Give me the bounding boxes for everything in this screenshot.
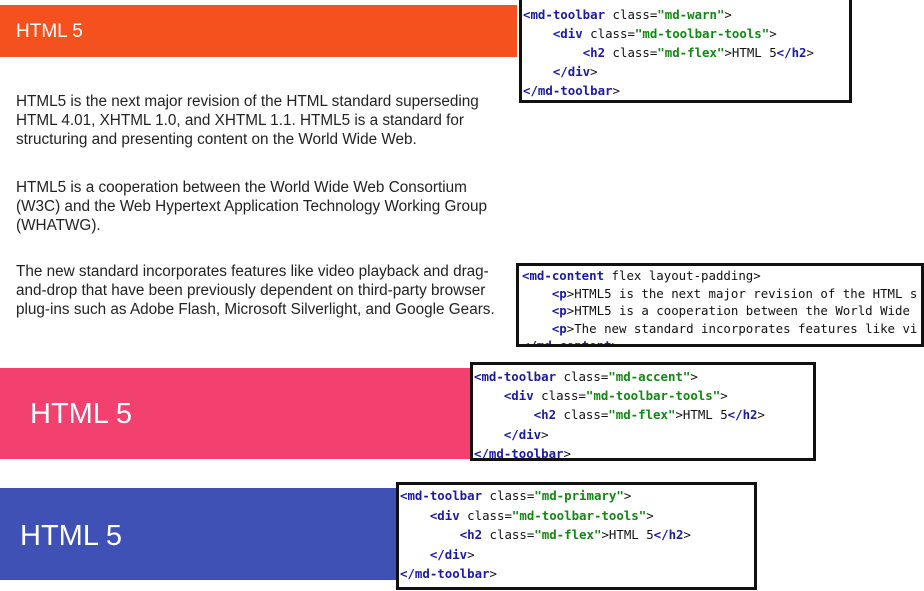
code-line: <md-content flex layout-padding>	[522, 268, 761, 283]
code-line: <md-toolbar class="md-primary">	[400, 488, 632, 503]
code-line: </div>	[552, 64, 598, 79]
code-line: <p>The new standard incorporates feature…	[551, 320, 918, 336]
toolbar-warn: HTML 5	[0, 5, 517, 57]
code-snippet-primary: <md-toolbar class="md-primary"> <div cla…	[396, 482, 757, 590]
code-line: <div class="md-toolbar-tools">	[429, 507, 654, 523]
code-line: </md-toolbar>	[474, 445, 571, 461]
content-paragraph-3: The new standard incorporates features l…	[16, 263, 495, 318]
content-paragraph-2: HTML5 is a cooperation between the World…	[16, 179, 488, 234]
toolbar-primary-title: HTML 5	[20, 520, 123, 552]
toolbar-primary: HTML 5	[0, 488, 400, 580]
code-line: <div class="md-toolbar-tools">	[552, 26, 777, 41]
code-line: <h2 class="md-flex">HTML 5</h2>	[533, 407, 765, 423]
toolbar-accent-title: HTML 5	[30, 398, 133, 430]
content-paragraph-1: HTML5 is the next major revision of the …	[16, 93, 479, 148]
code-line: </div>	[503, 426, 549, 442]
code-line: <h2 class="md-flex">HTML 5</h2>	[582, 45, 814, 60]
code-line: <h2 class="md-flex">HTML 5</h2>	[459, 527, 691, 543]
code-line: <div class="md-toolbar-tools">	[503, 388, 728, 404]
code-snippet-warn: <md-toolbar class="md-warn"> <div class=…	[519, 0, 852, 103]
code-line: <p>HTML5 is a cooperation between the Wo…	[551, 303, 910, 318]
code-line: </md-toolbar>	[400, 566, 497, 582]
code-line: <p>HTML5 is the next major revision of t…	[551, 285, 918, 301]
code-snippet-content: <md-content flex layout-padding> <p>HTML…	[516, 263, 924, 347]
toolbar-warn-title: HTML 5	[16, 21, 83, 42]
code-line: </md-content>	[522, 338, 619, 347]
code-snippet-accent: <md-toolbar class="md-accent"> <div clas…	[470, 362, 816, 461]
code-line: </md-toolbar>	[523, 83, 620, 98]
code-line: <md-toolbar class="md-accent">	[474, 369, 698, 384]
code-line: <md-toolbar class="md-warn">	[523, 7, 732, 22]
code-line: </div>	[429, 546, 475, 562]
toolbar-accent: HTML 5	[0, 368, 475, 459]
